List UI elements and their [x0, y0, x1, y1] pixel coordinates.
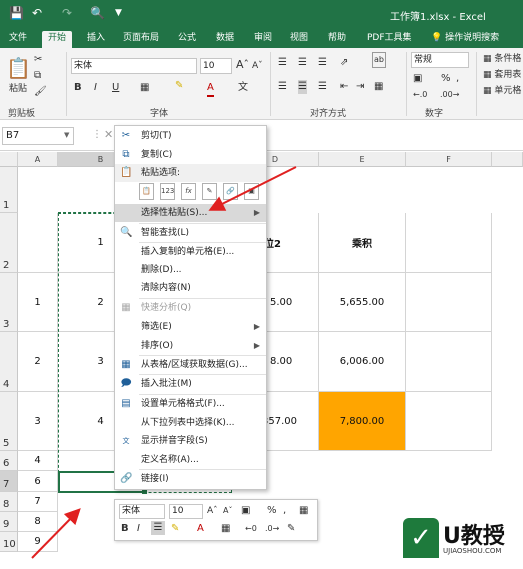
logo-url-text: UJIAOSHOU.COM	[443, 547, 502, 555]
logo-brand-text: U教授	[443, 524, 505, 549]
red-arrow-to-active-cell	[31, 508, 81, 559]
red-arrow-to-paste-special	[208, 166, 297, 211]
logo-mark: ✓	[403, 518, 439, 558]
brand-logo: ✓ U教授 UJIAOSHOU.COM	[403, 518, 523, 569]
annotation-arrows	[31, 166, 297, 559]
